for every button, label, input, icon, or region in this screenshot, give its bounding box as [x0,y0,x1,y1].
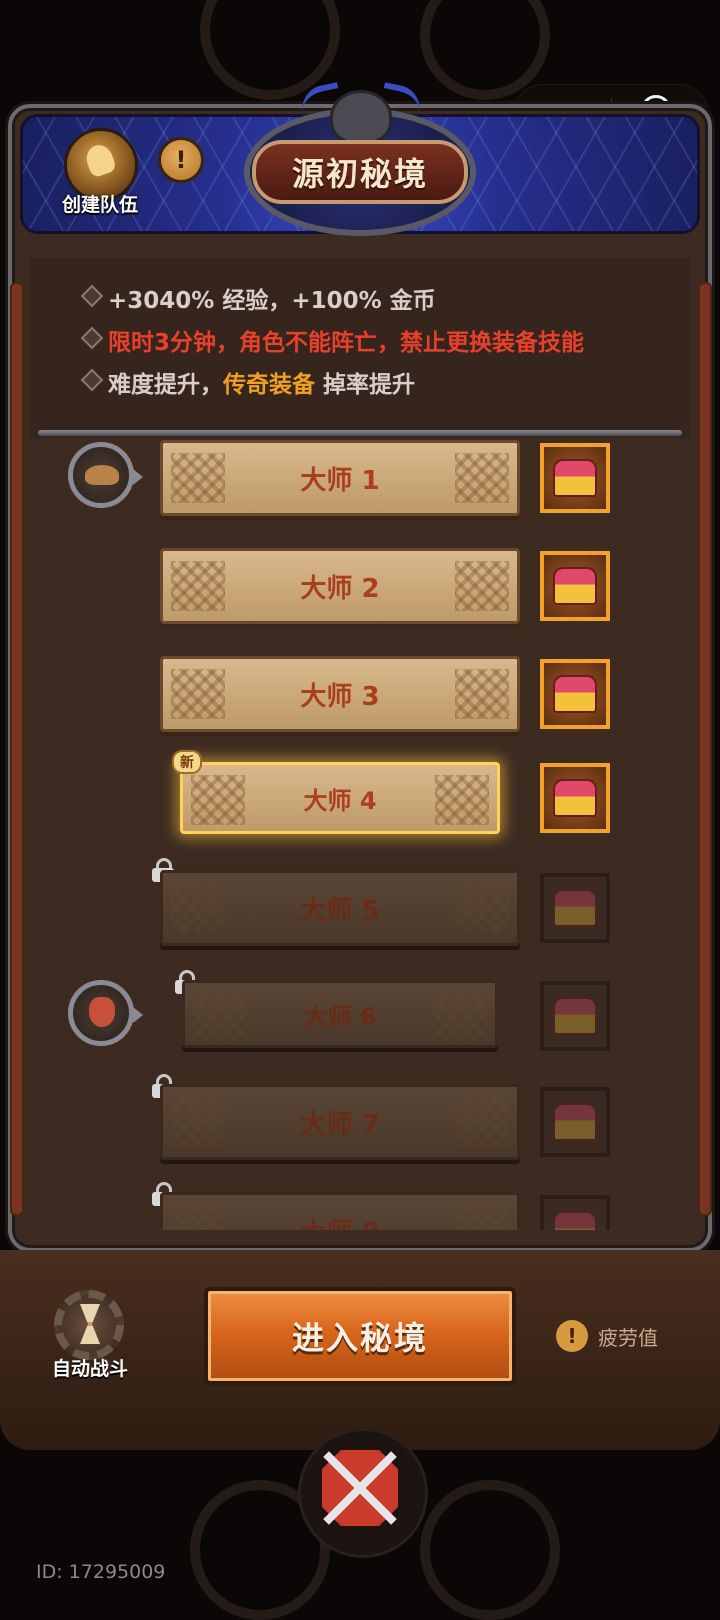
divider [38,430,682,436]
chest-icon [540,873,610,943]
legendary-gear-highlight: 传奇装备 [223,372,315,398]
level-label: 大师 6 [303,1002,377,1031]
skull-emblem-icon [330,90,392,144]
level-label: 大师 5 [300,895,380,926]
reward-node-hat[interactable] [68,442,143,508]
chest-icon[interactable] [540,551,610,621]
level-row-2[interactable]: 大师 2 [160,548,520,624]
chest-icon[interactable] [540,443,610,513]
chest-icon[interactable] [540,659,610,729]
level-list[interactable]: 大师 1 大师 2 大师 3 大师 4 新 大师 5 大师 6 大师 7 大师 … [30,440,690,1230]
fatigue-label: 疲劳值 [598,1325,658,1350]
auto-battle-label: 自动战斗 [51,1358,128,1380]
level-row-1[interactable]: 大师 1 [160,440,520,516]
hat-icon [85,465,119,485]
chest-icon [540,1087,610,1157]
level-label: 大师 3 [300,681,380,712]
level-label: 大师 7 [300,1109,380,1140]
level-row-8: 大师 8 [160,1192,520,1230]
potion-icon [89,997,115,1027]
level-row-6: 大师 6 [182,980,498,1048]
level-label: 大师 2 [300,573,380,604]
create-team-label: 创建队伍 [61,194,138,216]
reward-node-potion[interactable] [68,980,143,1046]
description-line-3-prefix: 难度提升， [108,372,223,398]
description-line-2: 限时3分钟，角色不能阵亡，禁止更换装备技能 [108,330,585,356]
page-title: 源初秘境 [252,140,468,204]
chest-icon [540,1195,610,1230]
auto-battle-button[interactable]: 自动战斗 [40,1290,140,1380]
level-row-3[interactable]: 大师 3 [160,656,520,732]
level-label: 大师 8 [300,1212,379,1231]
description-line-1: +3040% 经验，+100% 金币 [108,288,436,314]
fatigue-indicator[interactable]: ! 疲劳值 [556,1318,658,1354]
description-line-3: 难度提升，传奇装备 掉率提升 [108,365,415,399]
info-icon: ! [556,1320,588,1352]
bg-swirl [420,0,550,100]
description-line-3-suffix: 掉率提升 [315,372,416,398]
new-badge: 新 [172,750,202,774]
bg-swirl [420,1480,560,1620]
right-frame-bar [698,282,712,1216]
level-row-4[interactable]: 大师 4 [180,762,500,834]
level-label: 大师 4 [303,786,377,815]
chest-icon [540,981,610,1051]
player-id: ID: 17295009 [36,1561,166,1583]
level-row-7: 大师 7 [160,1084,520,1160]
chest-icon[interactable] [540,763,610,833]
level-label: 大师 1 [300,465,380,496]
info-icon[interactable]: ! [158,137,204,183]
left-frame-bar [10,282,24,1216]
enter-realm-button[interactable]: 进入秘境 [204,1287,516,1385]
level-row-5: 大师 5 [160,870,520,946]
create-team-button[interactable]: 创建队伍 [40,120,160,220]
